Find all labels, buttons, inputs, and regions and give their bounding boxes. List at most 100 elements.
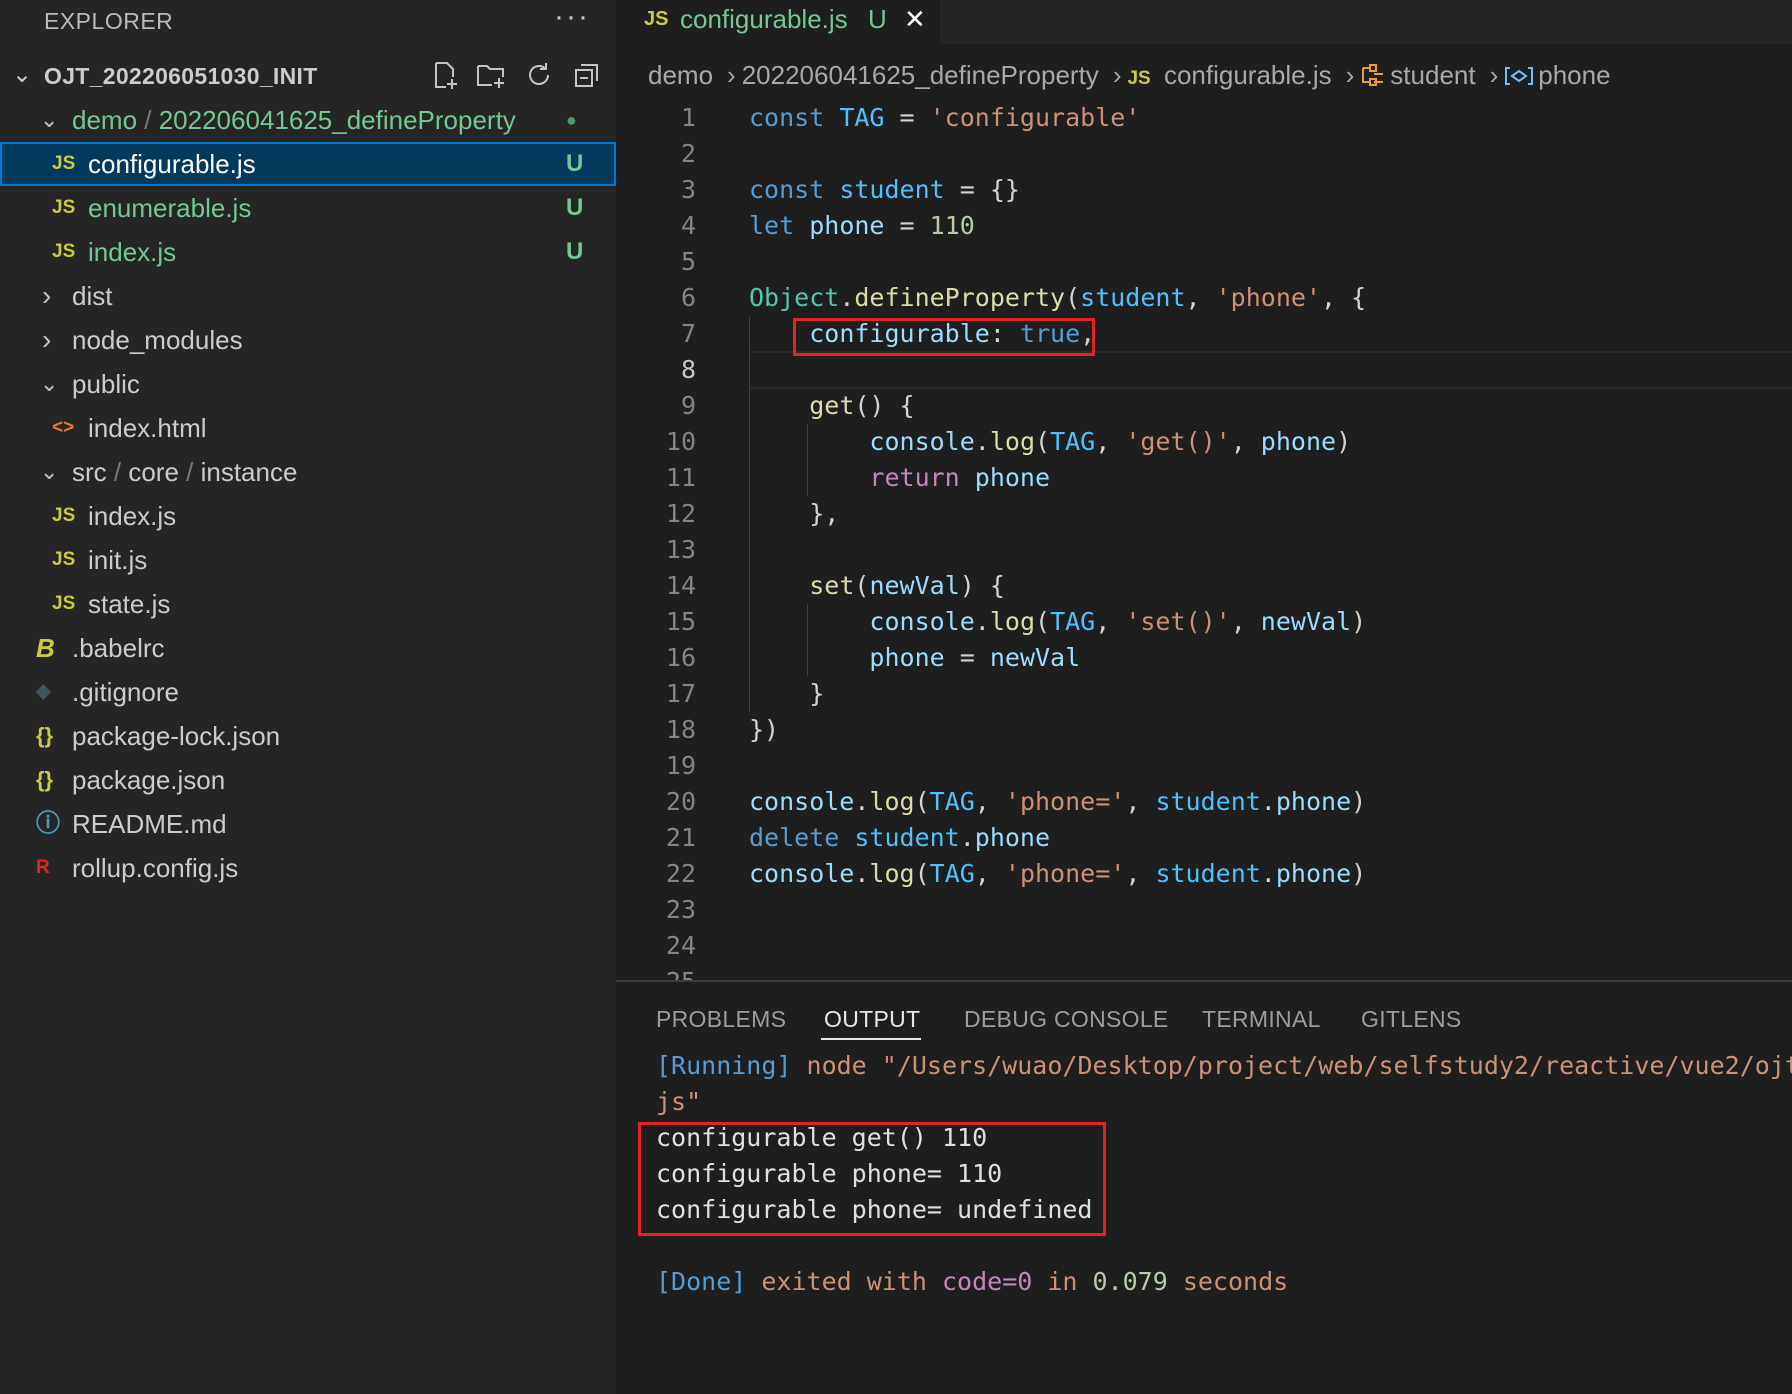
chevron-right-icon: › bbox=[42, 280, 52, 311]
tree-item[interactable]: › dist bbox=[0, 274, 616, 318]
code-token: = bbox=[884, 211, 930, 240]
close-icon[interactable]: ✕ bbox=[904, 4, 926, 35]
path-segment: demo bbox=[72, 105, 138, 135]
code-token: ) { bbox=[959, 571, 1005, 600]
line-number: 13 bbox=[665, 535, 696, 564]
tree-item[interactable]: › node_modules bbox=[0, 318, 616, 362]
code-token: ( bbox=[1035, 427, 1051, 456]
tree-item[interactable]: ⌄ src / core / instance bbox=[0, 450, 616, 494]
tree-item[interactable]: ⓘ README.md bbox=[0, 802, 616, 846]
tree-item-label: package-lock.json bbox=[72, 721, 281, 751]
tab-output[interactable]: OUTPUT bbox=[824, 1006, 920, 1033]
code-line: 22 console.log(TAG, 'phone=', student.pho… bbox=[616, 856, 1792, 892]
tree-item[interactable]: JS init.js bbox=[0, 538, 616, 582]
path-segment: core bbox=[128, 457, 179, 487]
code-line: 18}) bbox=[616, 712, 1792, 748]
tree-item[interactable]: JS index.js U bbox=[0, 230, 616, 274]
tree-item[interactable]: JS state.js bbox=[0, 582, 616, 626]
project-root[interactable]: ⌄ OJT_202206051030_INIT bbox=[0, 56, 616, 96]
code-text: delete student.phone bbox=[749, 820, 1050, 856]
path-separator: / bbox=[178, 457, 201, 487]
refresh-icon[interactable] bbox=[524, 60, 554, 90]
tree-item[interactable]: ⌄ demo / 202206041625_defineProperty ● bbox=[0, 98, 616, 142]
breadcrumb-folder[interactable]: 202206041625_defineProperty bbox=[742, 60, 1099, 90]
babel-file-icon: B bbox=[36, 633, 55, 663]
code-editor[interactable]: 1 const TAG = 'configurable' 2 3 const stude… bbox=[616, 100, 1792, 996]
js-file-icon: JS bbox=[1127, 68, 1151, 89]
code-text: console.log(TAG, 'phone=', student.phone… bbox=[749, 856, 1366, 892]
code-token: () { bbox=[854, 391, 915, 420]
line-number: 3 bbox=[680, 175, 696, 204]
untracked-badge: U bbox=[566, 194, 584, 221]
breadcrumb-symbol-student[interactable]: student bbox=[1390, 60, 1475, 90]
running-tag: [Running] bbox=[656, 1051, 792, 1080]
tree-item[interactable]: {} package.json bbox=[0, 758, 616, 802]
code-line: 1 const TAG = 'configurable' bbox=[616, 100, 1792, 136]
line-number: 15 bbox=[665, 607, 696, 636]
code-token: . bbox=[974, 607, 990, 636]
code-token: log bbox=[869, 787, 915, 816]
tree-item-label: rollup.config.js bbox=[72, 853, 239, 883]
tree-item-label: index.js bbox=[88, 501, 177, 531]
chevron-down-icon: ⌄ bbox=[40, 107, 59, 132]
tree-item[interactable]: Rrollup.config.js bbox=[0, 846, 616, 890]
code-token: ( bbox=[914, 787, 930, 816]
tab-terminal[interactable]: TERMINAL bbox=[1202, 1006, 1321, 1033]
line-number: 9 bbox=[680, 391, 696, 420]
tree-item[interactable]: ◆ .gitignore bbox=[0, 670, 616, 714]
tree-item-label: init.js bbox=[88, 545, 148, 575]
tree-item[interactable]: <> index.html bbox=[0, 406, 616, 450]
tree-item[interactable]: JS enumerable.js U bbox=[0, 186, 616, 230]
code-token: . bbox=[854, 787, 870, 816]
code-line: 16 phone = newVal bbox=[616, 640, 1792, 676]
new-folder-icon[interactable] bbox=[476, 60, 506, 90]
tree-item-label: README.md bbox=[72, 809, 227, 839]
elapsed-seconds: 0.079 bbox=[1092, 1267, 1168, 1296]
new-file-icon[interactable] bbox=[430, 60, 460, 90]
code-line: 8 bbox=[616, 352, 1792, 388]
code-line: 19 bbox=[616, 748, 1792, 784]
tab-debug-console[interactable]: DEBUG CONSOLE bbox=[964, 1006, 1169, 1033]
tab-problems[interactable]: PROBLEMS bbox=[656, 1006, 786, 1033]
tree-item[interactable]: B .babelrc bbox=[0, 626, 616, 670]
code-token: student bbox=[1080, 283, 1186, 312]
code-token: console bbox=[869, 427, 975, 456]
line-number: 20 bbox=[665, 787, 696, 816]
line-number: 16 bbox=[665, 643, 696, 672]
tab-gitlens[interactable]: GITLENS bbox=[1361, 1006, 1462, 1033]
code-token: let bbox=[749, 211, 810, 240]
more-actions-icon[interactable]: ··· bbox=[554, 0, 590, 34]
path-segment: instance bbox=[200, 457, 298, 487]
path-separator: / bbox=[137, 105, 159, 135]
code-text: let phone = 110 bbox=[749, 208, 975, 244]
explorer-title: EXPLORER bbox=[44, 8, 174, 34]
breadcrumb-folder[interactable]: demo bbox=[648, 60, 713, 90]
tree-item[interactable]: JS configurable.js U bbox=[0, 142, 616, 186]
json-file-icon: {} bbox=[36, 723, 54, 748]
code-text: }, bbox=[749, 496, 839, 532]
code-token: const bbox=[749, 103, 840, 132]
line-number: 11 bbox=[665, 463, 696, 492]
code-token: student bbox=[839, 175, 945, 204]
code-token: ( bbox=[1065, 283, 1081, 312]
code-token: student bbox=[1155, 787, 1261, 816]
collapse-all-icon[interactable] bbox=[572, 60, 602, 90]
code-line: 24 bbox=[616, 928, 1792, 964]
tree-item-label: .babelrc bbox=[72, 633, 165, 663]
tab-configurable-js[interactable]: JS configurable.js U ✕ bbox=[616, 0, 940, 44]
tree-item[interactable]: {} package-lock.json bbox=[0, 714, 616, 758]
code-token: TAG bbox=[1050, 427, 1096, 456]
breadcrumb-file[interactable]: configurable.js bbox=[1164, 60, 1332, 90]
tree-item[interactable]: JS index.js bbox=[0, 494, 616, 538]
tree-item[interactable]: ⌄ public bbox=[0, 362, 616, 406]
code-line: 2 bbox=[616, 136, 1792, 172]
line-number: 10 bbox=[665, 427, 696, 456]
breadcrumb-symbol-phone[interactable]: phone bbox=[1538, 60, 1610, 90]
done-tag: [Done] bbox=[656, 1267, 747, 1296]
indent-guide bbox=[807, 604, 808, 676]
tab-label: configurable.js bbox=[680, 4, 848, 34]
code-line: 5 bbox=[616, 244, 1792, 280]
tree-item-label: state.js bbox=[88, 589, 171, 619]
code-token: 'set()' bbox=[1125, 607, 1231, 636]
